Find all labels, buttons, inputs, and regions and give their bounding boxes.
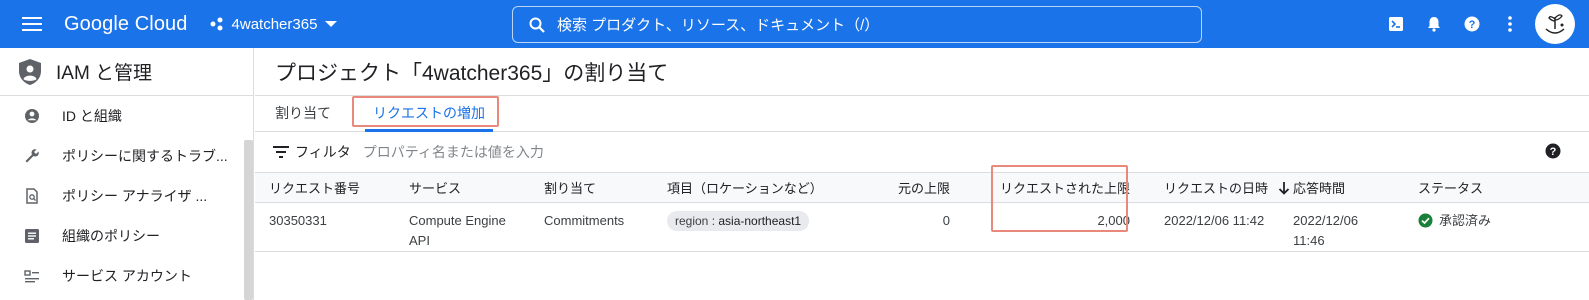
- terminal-icon: [1389, 17, 1403, 31]
- chip-key: region :: [675, 213, 719, 228]
- wrench-icon: [22, 146, 42, 166]
- sidebar-item-label: サービス アカウント: [62, 268, 192, 284]
- search-icon: [529, 17, 545, 33]
- notifications-button[interactable]: [1415, 0, 1453, 48]
- cell-response-line2: 11:46: [1293, 232, 1325, 248]
- sidebar-item-label: ID と組織: [62, 108, 122, 124]
- requested-limit-highlight-box: [991, 165, 1128, 232]
- sidebar-header: IAM と管理: [0, 48, 253, 96]
- column-header-requested-at[interactable]: リクエストの日時: [1140, 173, 1293, 203]
- shield-icon: [19, 58, 41, 85]
- filter-icon: [273, 146, 289, 158]
- sidebar-item-service-accounts[interactable]: サービス アカウント: [0, 256, 253, 296]
- cell-response-time: 2022/12/06 11:46: [1293, 202, 1418, 252]
- person-circle-icon: [22, 106, 42, 126]
- table-help-icon[interactable]: ?: [1545, 143, 1561, 162]
- main-menu-button[interactable]: [8, 0, 56, 48]
- sidebar-title: IAM と管理: [56, 63, 153, 84]
- column-header-request-id[interactable]: リクエスト番号: [255, 173, 409, 203]
- cloud-shell-button[interactable]: [1377, 0, 1415, 48]
- cell-service-line2: API: [409, 232, 430, 248]
- main-content: プロジェクト「4watcher365」の割り当て 割り当て リクエストの増加 フ…: [255, 48, 1589, 300]
- column-header-service[interactable]: サービス: [409, 173, 544, 203]
- sidebar-item-label: 組織のポリシー: [62, 228, 160, 244]
- cell-status: 承認済み: [1418, 202, 1589, 252]
- chip-value: asia-northeast1: [718, 213, 802, 228]
- service-account-icon: [22, 266, 42, 286]
- hamburger-icon: [22, 17, 42, 31]
- page-title: プロジェクト「4watcher365」の割り当て: [255, 48, 1589, 96]
- column-header-status[interactable]: ステータス: [1418, 173, 1589, 203]
- column-header-quota[interactable]: 割り当て: [544, 173, 667, 203]
- chevron-down-icon: [325, 21, 338, 27]
- requests-table: リクエスト番号 サービス 割り当て 項目（ロケーションなど） 元の上限 リクエス…: [255, 173, 1589, 252]
- help-button[interactable]: ?: [1453, 0, 1491, 48]
- cell-response-line1: 2022/12/06: [1293, 212, 1359, 228]
- filter-bar[interactable]: フィルタ プロパティ名または値を入力 ?: [255, 132, 1589, 173]
- search-input[interactable]: 検索 プロダクト、リソース、ドキュメント（/）: [512, 6, 1202, 43]
- cell-service: Compute Engine API: [409, 202, 544, 252]
- account-avatar[interactable]: [1535, 4, 1575, 44]
- table-header-row: リクエスト番号 サービス 割り当て 項目（ロケーションなど） 元の上限 リクエス…: [255, 173, 1589, 203]
- cell-original-limit: 0: [867, 202, 950, 252]
- list-icon: [22, 226, 42, 246]
- cell-request-id: 30350331: [255, 202, 409, 252]
- help-icon: ?: [1464, 16, 1480, 32]
- sidebar-item-identity-organization[interactable]: ID と組織: [0, 96, 253, 136]
- top-bar: Google Cloud 4watcher365 検索 プロダクト、リソース、ド…: [0, 0, 1589, 48]
- cell-dimensions: region : asia-northeast1: [667, 202, 867, 252]
- column-header-requested-at-label: リクエストの日時: [1164, 180, 1269, 196]
- status-badge: 承認済み: [1418, 211, 1589, 231]
- cell-quota: Commitments: [544, 202, 667, 252]
- status-text: 承認済み: [1439, 212, 1492, 228]
- top-actions: ?: [1377, 0, 1589, 48]
- svg-text:?: ?: [1550, 146, 1557, 158]
- svg-text:?: ?: [1469, 19, 1476, 31]
- sidebar-item-org-policies[interactable]: 組織のポリシー: [0, 216, 253, 256]
- sidebar-item-label: ポリシー アナライザ ...: [62, 188, 208, 204]
- user-avatar-icon: [1545, 14, 1565, 34]
- google-cloud-logo[interactable]: Google Cloud: [64, 13, 188, 36]
- project-name: 4watcher365: [231, 15, 318, 33]
- sidebar: IAM と管理 ID と組織 ポリシーに関するトラブ... ポリシー アナライザ…: [0, 48, 254, 300]
- project-icon: [210, 17, 223, 31]
- column-header-original-limit[interactable]: 元の上限: [867, 173, 950, 203]
- table-row[interactable]: 30350331 Compute Engine API Commitments …: [255, 202, 1589, 252]
- tab-quotas[interactable]: 割り当て: [261, 95, 345, 131]
- dimension-chip: region : asia-northeast1: [667, 210, 810, 231]
- search-placeholder: 検索 プロダクト、リソース、ドキュメント（/）: [557, 17, 880, 34]
- cell-service-line1: Compute Engine: [409, 212, 506, 228]
- document-search-icon: [22, 186, 42, 206]
- sidebar-item-label: ポリシーに関するトラブ...: [62, 148, 228, 164]
- sidebar-item-policy-analyzer[interactable]: ポリシー アナライザ ...: [0, 176, 253, 216]
- column-header-dimensions[interactable]: 項目（ロケーションなど）: [667, 173, 867, 203]
- filter-input[interactable]: プロパティ名または値を入力: [363, 142, 544, 162]
- arrow-down-icon: [1278, 181, 1289, 195]
- bell-icon: [1428, 17, 1440, 32]
- cell-requested-at: 2022/12/06 11:42: [1140, 202, 1293, 252]
- more-options-button[interactable]: [1491, 0, 1529, 48]
- project-selector[interactable]: 4watcher365: [210, 16, 338, 33]
- more-vert-icon: [1508, 16, 1512, 32]
- sidebar-item-policy-troubleshooter[interactable]: ポリシーに関するトラブ...: [0, 136, 253, 176]
- column-header-response-time[interactable]: 応答時間: [1293, 173, 1418, 203]
- sidebar-scrollbar[interactable]: [244, 140, 253, 300]
- tab-bar: 割り当て リクエストの増加: [255, 96, 1589, 132]
- tab-highlight-box: [352, 96, 499, 127]
- filter-label: フィルタ: [295, 144, 351, 160]
- check-circle-icon: [1418, 213, 1433, 227]
